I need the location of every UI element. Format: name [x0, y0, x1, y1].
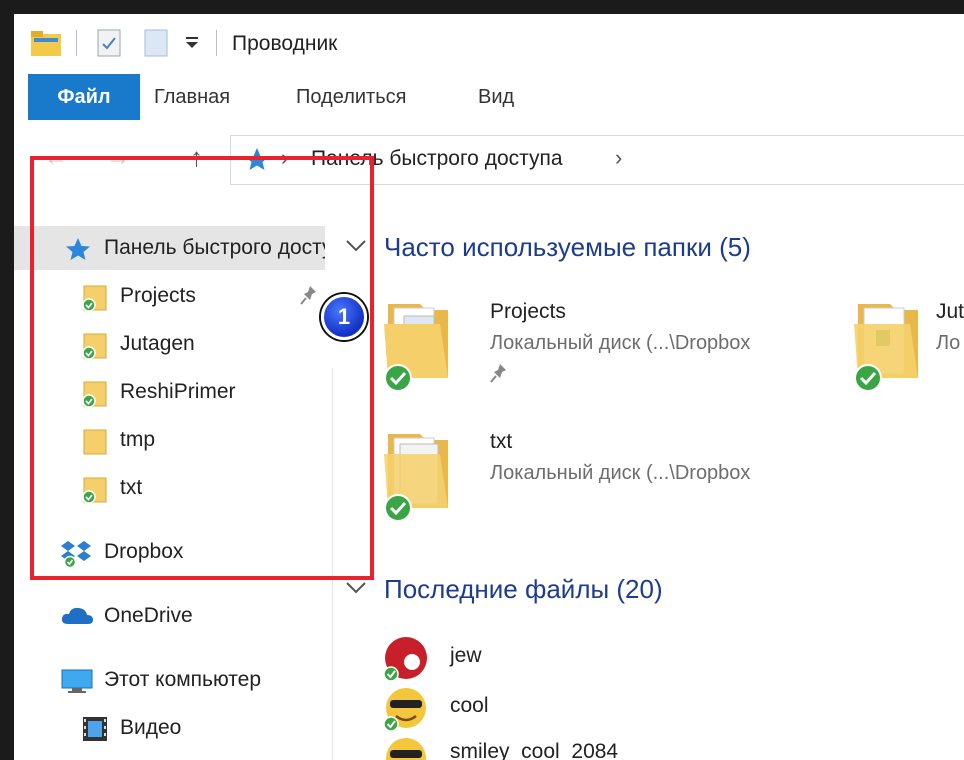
- folder-app-icon: [30, 28, 62, 63]
- nav-item-this-pc[interactable]: Этот компьютер: [14, 658, 334, 702]
- folder-tile[interactable]: Jut Ло: [834, 294, 964, 404]
- onedrive-cloud-icon: [60, 604, 94, 634]
- tab-view[interactable]: Вид: [478, 74, 514, 120]
- large-folder-synced-icon: [840, 294, 926, 395]
- title-separator: [76, 30, 77, 56]
- window-title: Проводник: [232, 32, 338, 55]
- explorer-window: Проводник Файл Главная Поделиться Вид ← …: [14, 14, 964, 760]
- tab-file[interactable]: Файл: [28, 74, 140, 120]
- folder-location: Ло: [936, 332, 961, 354]
- tab-home[interactable]: Главная: [154, 74, 230, 120]
- folder-location: Локальный диск (...\Dropbox: [490, 462, 751, 484]
- pin-icon[interactable]: [490, 362, 510, 389]
- folder-name: Jut: [936, 300, 964, 323]
- collapse-chevron-icon[interactable]: [344, 580, 368, 601]
- ribbon-tabs: Файл Главная Поделиться Вид: [14, 74, 964, 121]
- annotation-highlight-box: [30, 156, 374, 580]
- nav-label: Этот компьютер: [104, 668, 262, 691]
- tab-share[interactable]: Поделиться: [296, 74, 406, 120]
- folder-tile[interactable]: txt Локальный диск (...\Dropbox: [344, 424, 804, 534]
- nav-item-video[interactable]: Видео: [14, 706, 334, 750]
- file-name: cool: [450, 694, 489, 717]
- video-film-icon: [80, 714, 110, 750]
- nav-item-onedrive[interactable]: OneDrive: [14, 594, 334, 638]
- file-name: smiley_cool_2084: [450, 740, 619, 760]
- breadcrumb-chevron[interactable]: ›: [615, 145, 622, 171]
- group-heading-frequent[interactable]: Часто используемые папки (5): [384, 232, 751, 263]
- file-name: jew: [450, 644, 482, 667]
- large-folder-synced-icon: [370, 294, 456, 395]
- computer-icon: [60, 668, 94, 700]
- list-item[interactable]: cool: [374, 684, 774, 732]
- folder-tile[interactable]: Projects Локальный диск (...\Dropbox: [344, 294, 804, 404]
- group-heading-recent[interactable]: Последние файлы (20): [384, 574, 663, 605]
- cool-smiley-file-icon: [382, 686, 432, 739]
- annotation-number-badge: 1: [321, 294, 367, 340]
- folder-name: txt: [490, 430, 513, 453]
- title-bar: Проводник: [14, 14, 964, 74]
- nav-label: OneDrive: [104, 604, 193, 627]
- content-pane: Часто используемые папки (5) Projects Ло…: [344, 194, 964, 760]
- red-ball-file-icon: [382, 636, 432, 689]
- nav-label: Видео: [120, 716, 182, 739]
- folder-name: Projects: [490, 300, 566, 323]
- list-item[interactable]: smiley_cool_2084: [374, 734, 774, 760]
- large-folder-synced-icon: [370, 424, 456, 525]
- folder-location: Локальный диск (...\Dropbox: [490, 332, 751, 354]
- list-item[interactable]: jew: [374, 634, 774, 682]
- properties-icon[interactable]: [96, 28, 122, 63]
- new-folder-icon[interactable]: [144, 28, 168, 63]
- cool-smiley-file-icon: [382, 736, 432, 760]
- customize-toolbar-icon[interactable]: [184, 36, 200, 55]
- title-separator: [216, 30, 217, 56]
